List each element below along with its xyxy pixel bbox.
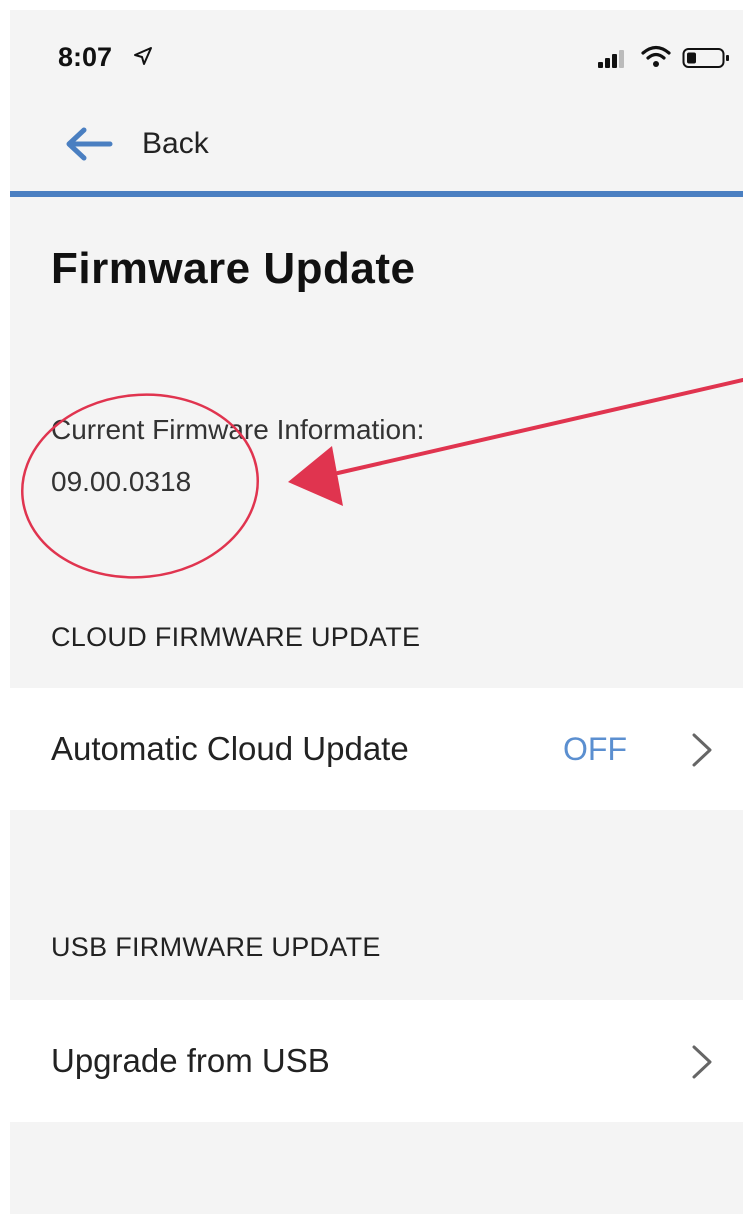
back-button[interactable]: Back — [64, 123, 209, 165]
nav-divider — [10, 191, 743, 197]
app-screen: 8:07 Back Firmware Update Current Firmwa… — [10, 10, 743, 1214]
upgrade-from-usb-row[interactable]: Upgrade from USB — [10, 1000, 743, 1122]
page-title: Firmware Update — [51, 244, 416, 293]
upgrade-from-usb-label: Upgrade from USB — [51, 1042, 330, 1079]
chevron-right-icon — [692, 733, 712, 767]
annotation-circle — [21, 393, 259, 579]
annotation-arrow — [288, 378, 743, 506]
status-bar: 8:07 — [10, 10, 743, 105]
automatic-cloud-update-label: Automatic Cloud Update — [51, 730, 409, 767]
cloud-firmware-section-header: CLOUD FIRMWARE UPDATE — [51, 622, 421, 652]
wifi-icon — [641, 45, 671, 67]
navigation-bar: Back — [10, 105, 743, 193]
automatic-cloud-update-row[interactable]: Automatic Cloud Update OFF — [10, 688, 743, 810]
back-arrow-icon — [66, 127, 113, 161]
battery-icon — [682, 48, 729, 68]
usb-firmware-section-header: USB FIRMWARE UPDATE — [51, 932, 381, 962]
back-label: Back — [142, 127, 209, 160]
cellular-signal-icon — [598, 50, 624, 68]
automatic-cloud-update-value: OFF — [563, 731, 627, 767]
chevron-right-icon — [692, 1045, 712, 1079]
location-arrow-icon — [134, 47, 152, 65]
status-time: 8:07 — [58, 42, 113, 72]
